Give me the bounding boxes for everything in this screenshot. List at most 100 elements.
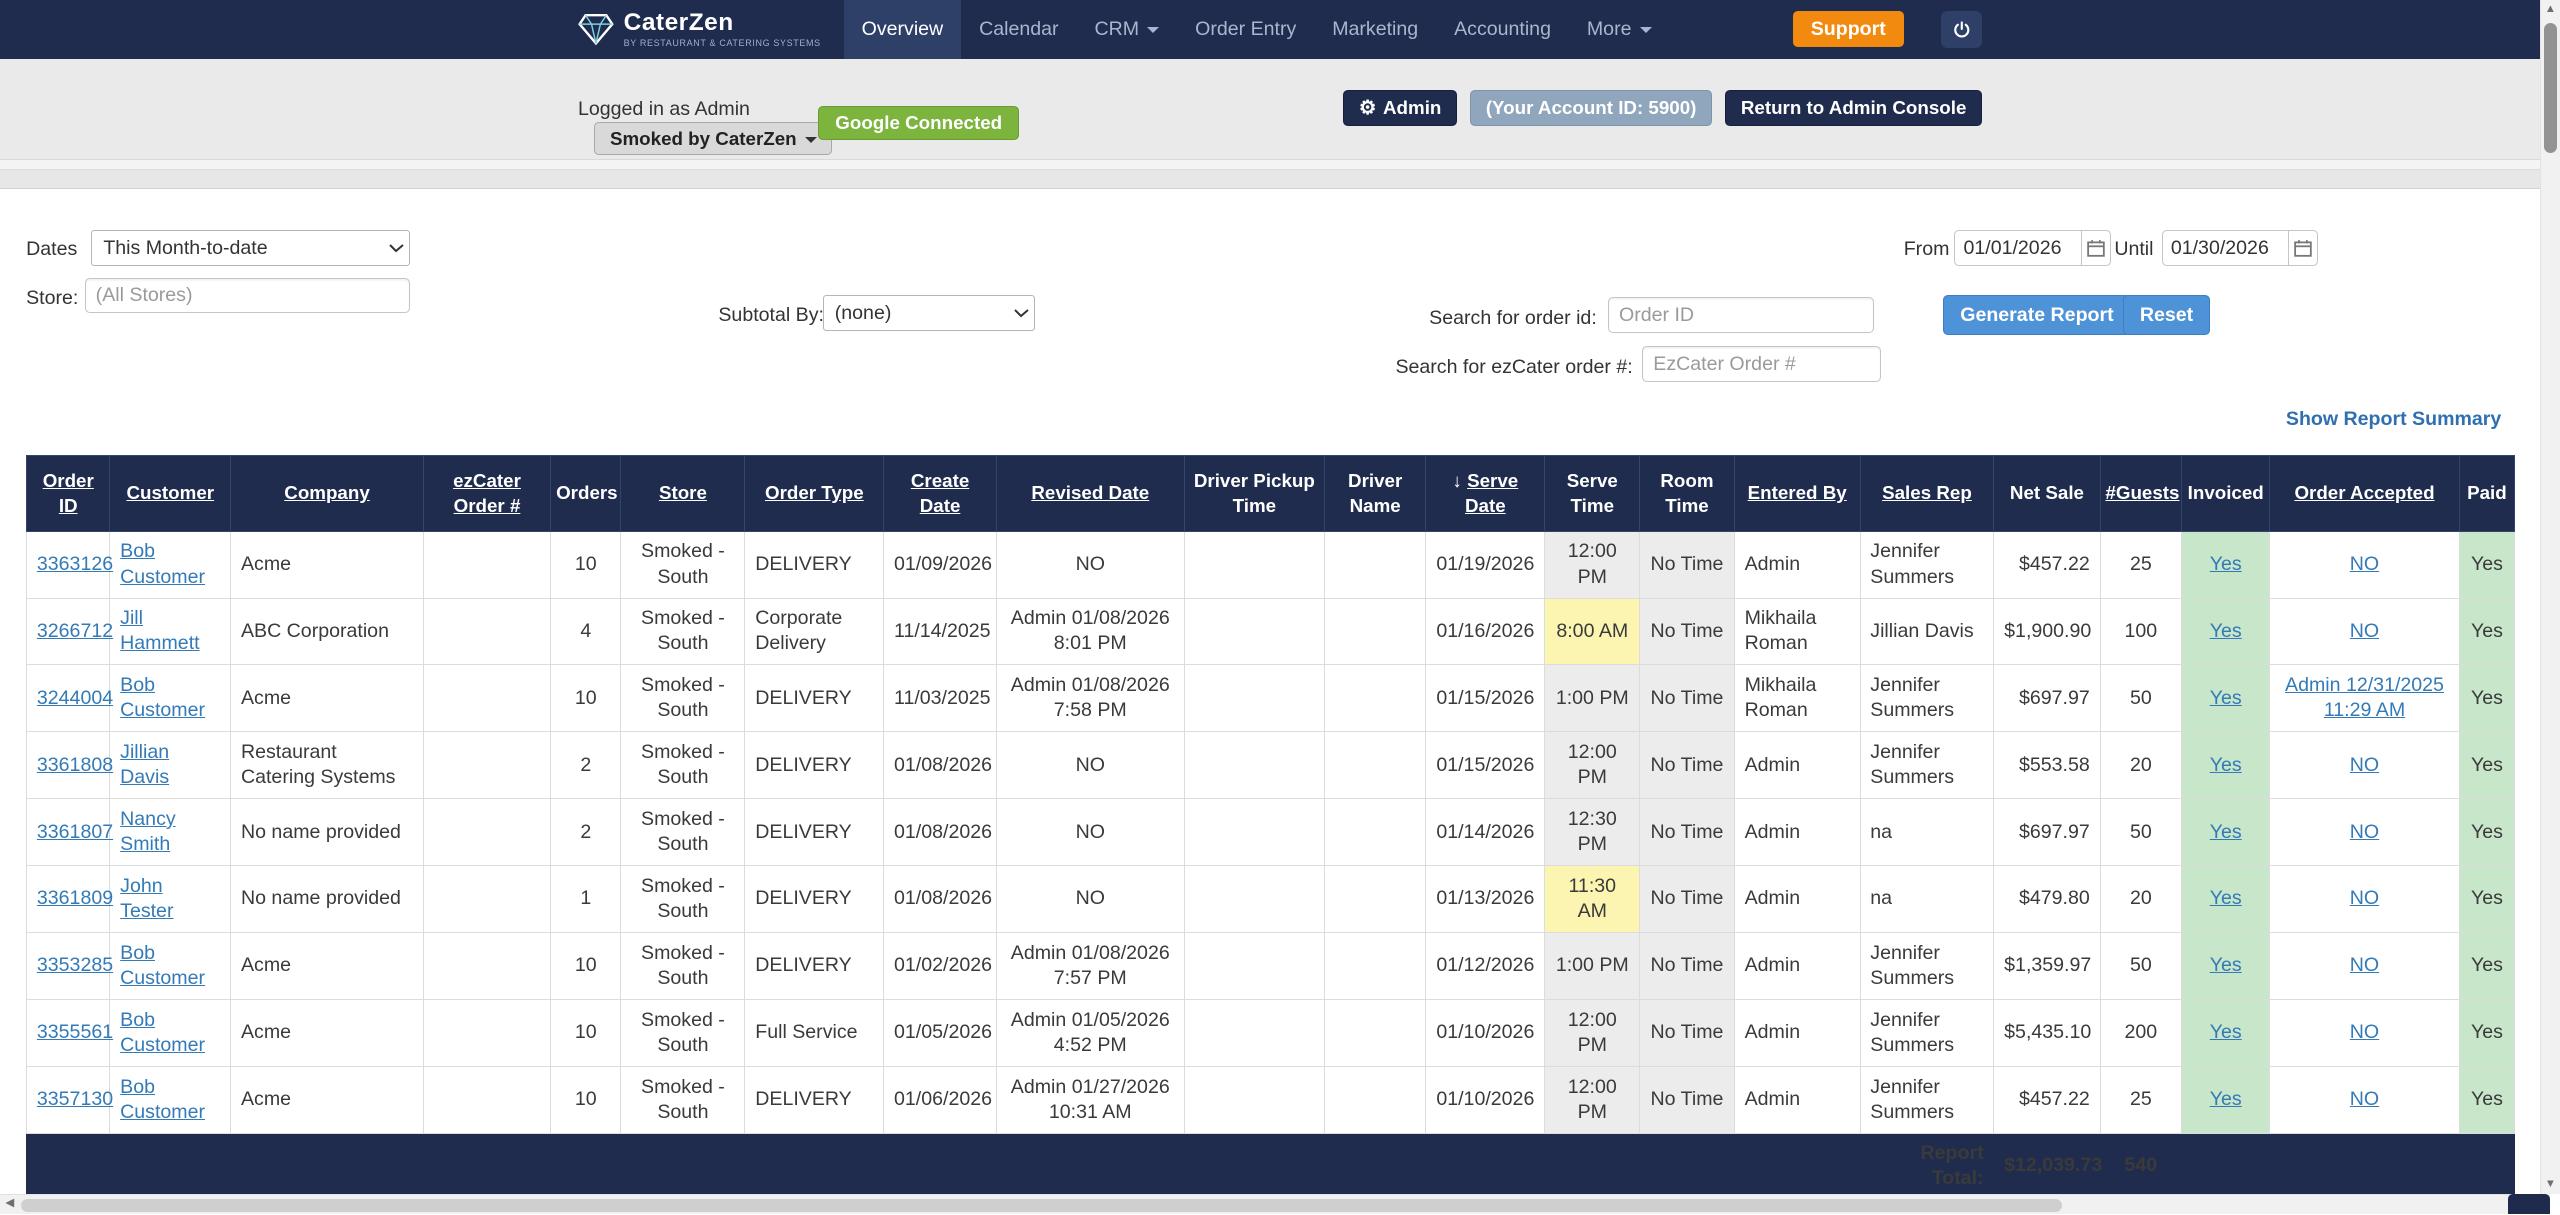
nav-item-accounting[interactable]: Accounting [1436,0,1569,59]
horizontal-scrollbar-thumb[interactable] [21,1199,2062,1212]
support-button[interactable]: Support [1793,11,1904,47]
column-header-company[interactable]: Company [231,456,424,531]
column-header-order-accepted[interactable]: Order Accepted [2270,456,2459,531]
customer-link[interactable]: Jill Hammett [120,607,199,654]
customer-link[interactable]: Jillian Davis [120,741,169,788]
show-report-summary-link[interactable]: Show Report Summary [2286,408,2501,431]
order-id-link[interactable]: 3353285 [37,954,113,976]
column-header-store[interactable]: Store [621,456,745,531]
accepted-link[interactable]: NO [2350,954,2379,976]
column-header-sales-rep[interactable]: Sales Rep [1860,456,1994,531]
search-ezcater-input[interactable] [1642,346,1880,382]
column-header-order-id[interactable]: Order ID [27,456,110,531]
column-header-create-date[interactable]: Create Date [884,456,997,531]
store-label: Store: [26,287,78,310]
cell-pickup-time [1184,866,1324,933]
order-id-link[interactable]: 3355561 [37,1021,113,1043]
column-header-entered-by[interactable]: Entered By [1734,456,1860,531]
cell-accepted: NO [2270,732,2459,799]
vertical-scrollbar[interactable]: ▲ ▼ [2540,0,2560,1194]
reset-button[interactable]: Reset [2123,295,2211,334]
cell-order-type: Corporate Delivery [745,598,884,665]
accepted-link[interactable]: NO [2350,821,2379,843]
column-header-guests[interactable]: #Guests [2100,456,2182,531]
google-connected-button[interactable]: Google Connected [818,106,1019,140]
customer-link[interactable]: Bob Customer [120,540,205,587]
cell-revised-date: Admin 01/08/2026 7:58 PM [996,665,1184,732]
column-header-serve-date[interactable]: ↓ Serve Date [1426,456,1545,531]
column-header-revised-date[interactable]: Revised Date [996,456,1184,531]
invoiced-link[interactable]: Yes [2210,553,2242,575]
order-id-link[interactable]: 3361809 [37,887,113,909]
accepted-link[interactable]: NO [2350,553,2379,575]
invoiced-link[interactable]: Yes [2210,1088,2242,1110]
invoiced-link[interactable]: Yes [2210,687,2242,709]
column-label: Order Type [765,482,864,503]
invoiced-link[interactable]: Yes [2210,821,2242,843]
cell-orders: 2 [551,799,621,866]
from-date-input[interactable] [1954,230,2081,266]
nav-item-order-entry[interactable]: Order Entry [1177,0,1314,59]
customer-link[interactable]: Bob Customer [120,942,205,989]
order-id-link[interactable]: 3361807 [37,821,113,843]
return-admin-console-button[interactable]: Return to Admin Console [1725,90,1982,126]
nav-item-more[interactable]: More [1569,0,1670,59]
search-order-id-input[interactable] [1608,297,1874,333]
order-id-link[interactable]: 3361808 [37,754,113,776]
accepted-link[interactable]: NO [2350,1021,2379,1043]
nav-item-marketing[interactable]: Marketing [1314,0,1436,59]
column-header-ezcater-order[interactable]: ezCater Order # [423,456,550,531]
invoiced-link[interactable]: Yes [2210,954,2242,976]
accepted-link[interactable]: Admin 12/31/2025 11:29 AM [2285,674,2444,721]
power-button[interactable] [1941,11,1982,49]
calendar-icon[interactable] [2289,230,2318,266]
accepted-link[interactable]: NO [2350,754,2379,776]
scroll-left-arrow-icon[interactable]: ◀ [0,1195,20,1213]
accepted-link[interactable]: NO [2350,887,2379,909]
brand-logo[interactable]: CaterZen BY RESTAURANT & CATERING SYSTEM… [578,0,821,59]
cell-invoiced: Yes [2182,531,2270,598]
customer-link[interactable]: John Tester [120,875,173,922]
order-id-link[interactable]: 3266712 [37,620,113,642]
scroll-down-arrow-icon[interactable]: ▼ [2541,1175,2559,1195]
scroll-up-arrow-icon[interactable]: ▲ [2541,0,2559,20]
cell-sales-rep: Jennifer Summers [1860,1067,1994,1134]
nav-item-overview[interactable]: Overview [844,0,962,59]
cell-pickup-time [1184,598,1324,665]
subtotal-select[interactable]: (none) [823,295,1035,331]
dates-select[interactable]: This Month-to-date [91,230,409,266]
store-input[interactable] [85,278,410,314]
order-id-link[interactable]: 3357130 [37,1088,113,1110]
order-id-link[interactable]: 3244004 [37,687,113,709]
store-selector-dropdown[interactable]: Smoked by CaterZen [594,122,832,155]
report-total-guests: 540 [2100,1134,2182,1199]
vertical-scrollbar-thumb[interactable] [2544,23,2557,154]
column-header-customer[interactable]: Customer [110,456,231,531]
horizontal-scrollbar[interactable]: ◀ ▶ [0,1194,2540,1214]
account-id-button[interactable]: (Your Account ID: 5900) [1470,90,1712,126]
admin-button[interactable]: ⚙ Admin [1343,90,1457,126]
invoiced-link[interactable]: Yes [2210,887,2242,909]
invoiced-link[interactable]: Yes [2210,620,2242,642]
invoiced-link[interactable]: Yes [2210,1021,2242,1043]
customer-link[interactable]: Bob Customer [120,1009,205,1056]
customer-link[interactable]: Nancy Smith [120,808,176,855]
customer-link[interactable]: Bob Customer [120,674,205,721]
cell-orders: 10 [551,1000,621,1067]
corner-widget-button[interactable] [2508,1194,2550,1214]
cell-accepted: NO [2270,531,2459,598]
column-label: Order ID [43,470,94,515]
invoiced-link[interactable]: Yes [2210,754,2242,776]
generate-report-button[interactable]: Generate Report [1943,295,2131,334]
until-date-input[interactable] [2162,230,2289,266]
accepted-link[interactable]: NO [2350,620,2379,642]
nav-item-crm[interactable]: CRM [1077,0,1178,59]
customer-link[interactable]: Bob Customer [120,1076,205,1123]
accepted-link[interactable]: NO [2350,1088,2379,1110]
nav-item-calendar[interactable]: Calendar [961,0,1076,59]
cell-orders: 10 [551,1067,621,1134]
calendar-icon[interactable] [2082,230,2111,266]
order-id-link[interactable]: 3363126 [37,553,113,575]
column-header-order-type[interactable]: Order Type [745,456,884,531]
cell-guests: 20 [2100,866,2182,933]
